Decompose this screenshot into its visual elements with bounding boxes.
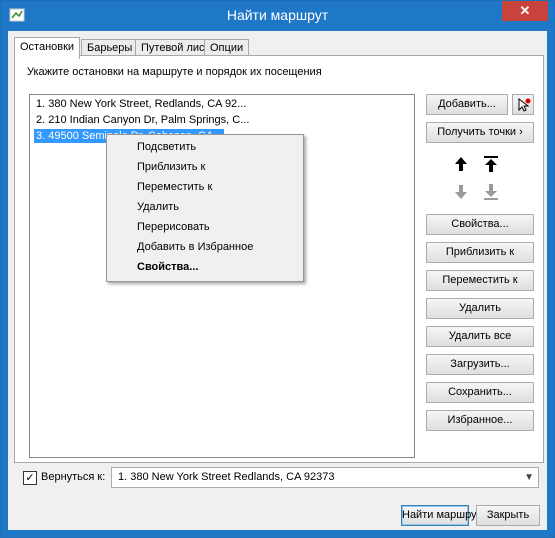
stop-item[interactable]: 1. 380 New York Street, Redlands, CA 92.… — [34, 97, 248, 111]
find-route-window: Найти маршрут ✕ Остановки Барьеры Путево… — [0, 0, 555, 538]
window-title: Найти маршрут — [226, 7, 329, 23]
get-points-label: Получить точки — [437, 126, 517, 138]
pan-to-button[interactable]: Переместить к — [426, 270, 534, 291]
find-route-button[interactable]: Найти маршрут — [401, 505, 482, 526]
cursor-icon — [518, 97, 531, 112]
load-button[interactable]: Загрузить... — [426, 354, 534, 375]
close-button[interactable]: Закрыть — [476, 505, 540, 526]
chevron-down-icon: ▼ — [524, 472, 534, 483]
menu-item-properties[interactable]: Свойства... — [137, 258, 198, 276]
add-button[interactable]: Добавить... — [426, 94, 508, 115]
tab-stops[interactable]: Остановки — [14, 37, 81, 59]
context-menu: Подсветить Приблизить к Переместить к Уд… — [106, 134, 304, 282]
menu-item-redraw[interactable]: Перерисовать — [137, 218, 210, 236]
title-bar: Найти маршрут ✕ — [1, 1, 554, 31]
move-to-top-icon[interactable] — [481, 154, 501, 174]
save-button[interactable]: Сохранить... — [426, 382, 534, 403]
return-to-value: 1. 380 New York Street Redlands, CA 9237… — [118, 471, 335, 483]
properties-button[interactable]: Свойства... — [426, 214, 534, 235]
menu-item-remove[interactable]: Удалить — [137, 198, 179, 216]
move-up-icon[interactable] — [451, 154, 471, 174]
favorites-button[interactable]: Избранное... — [426, 410, 534, 431]
menu-item-pan-to[interactable]: Переместить к — [137, 178, 212, 196]
menu-item-add-favorites[interactable]: Добавить в Избранное — [137, 238, 253, 256]
instruction-text: Укажите остановки на маршруте и порядок … — [27, 66, 322, 78]
remove-all-button[interactable]: Удалить все — [426, 326, 534, 347]
move-down-icon[interactable] — [451, 182, 471, 202]
return-to-label: Вернуться к: — [41, 471, 106, 483]
get-points-button[interactable]: Получить точки › — [426, 122, 534, 143]
return-to-checkbox[interactable]: ✓ — [23, 471, 37, 485]
zoom-to-button[interactable]: Приблизить к — [426, 242, 534, 263]
return-to-row: ✓ Вернуться к: 1. 380 New York Street Re… — [14, 467, 542, 489]
menu-item-highlight[interactable]: Подсветить — [137, 138, 196, 156]
chevron-right-icon: › — [519, 126, 523, 138]
menu-item-zoom-to[interactable]: Приблизить к — [137, 158, 205, 176]
return-to-dropdown[interactable]: 1. 380 New York Street Redlands, CA 9237… — [111, 467, 539, 488]
stop-item[interactable]: 2. 210 Indian Canyon Dr, Palm Springs, C… — [34, 113, 251, 127]
move-to-bottom-icon[interactable] — [481, 182, 501, 202]
remove-button[interactable]: Удалить — [426, 298, 534, 319]
pick-point-button[interactable] — [512, 94, 534, 115]
close-window-button[interactable]: ✕ — [502, 1, 548, 21]
